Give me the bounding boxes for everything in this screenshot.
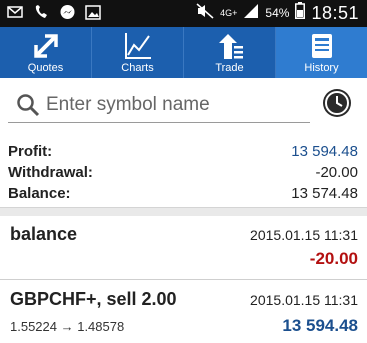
email-icon xyxy=(6,3,24,21)
history-item-date: 2015.01.15 11:31 xyxy=(250,227,358,243)
tab-trade[interactable]: Trade xyxy=(184,27,276,78)
withdrawal-value: -20.00 xyxy=(315,164,358,181)
history-book-icon xyxy=(307,31,337,66)
search-icon xyxy=(16,93,40,122)
battery-icon xyxy=(295,2,306,24)
period-clock-button[interactable] xyxy=(323,89,351,117)
clock-time: 18:51 xyxy=(311,2,359,23)
symbol-search-input[interactable] xyxy=(46,91,301,119)
history-item-name: balance xyxy=(10,224,78,244)
profit-label: Profit: xyxy=(8,143,53,160)
status-bar: 4G+ 54% 18:51 xyxy=(0,0,367,27)
history-item-trade[interactable]: GBPCHF+, sell 2.00 2015.01.15 11:31 1.55… xyxy=(0,280,367,343)
tab-history[interactable]: History xyxy=(276,27,367,78)
clock-icon xyxy=(325,91,349,115)
balance-value: 13 574.48 xyxy=(291,185,358,202)
mute-icon xyxy=(196,2,214,24)
quotes-arrows-icon xyxy=(31,31,61,66)
history-item-prices: 1.55224 → 1.48578 xyxy=(10,319,125,334)
withdrawal-row: Withdrawal: -20.00 xyxy=(0,162,367,183)
messenger-icon xyxy=(58,3,76,21)
tab-charts[interactable]: Charts xyxy=(92,27,184,78)
account-summary: Profit: 13 594.48 Withdrawal: -20.00 Bal… xyxy=(0,141,367,204)
symbol-search xyxy=(8,88,310,123)
chart-line-icon xyxy=(123,31,153,66)
missed-call-icon xyxy=(32,3,50,21)
profit-row: Profit: 13 594.48 xyxy=(0,141,367,162)
signal-icon xyxy=(243,3,259,24)
notification-icons xyxy=(6,3,102,21)
battery-percent: 54% xyxy=(265,6,290,20)
image-icon xyxy=(84,3,102,21)
profit-value: 13 594.48 xyxy=(291,143,358,160)
system-indicators: 4G+ 54% 18:51 xyxy=(196,2,359,24)
history-item-balance[interactable]: balance 2015.01.15 11:31 -20.00 xyxy=(0,216,367,279)
withdrawal-label: Withdrawal: xyxy=(8,164,93,181)
history-item-name: GBPCHF+, sell 2.00 xyxy=(10,289,177,309)
main-tab-bar: Quotes Charts Trade History xyxy=(0,27,367,78)
history-item-date: 2015.01.15 11:31 xyxy=(250,292,358,308)
section-divider xyxy=(0,207,367,216)
network-type: 4G+ xyxy=(220,7,238,18)
history-item-amount: -20.00 xyxy=(309,249,358,268)
tab-quotes[interactable]: Quotes xyxy=(0,27,92,78)
history-item-amount: 13 594.48 xyxy=(282,316,358,335)
balance-label: Balance: xyxy=(8,185,71,202)
trade-icon xyxy=(215,31,245,66)
balance-row: Balance: 13 574.48 xyxy=(0,183,367,204)
